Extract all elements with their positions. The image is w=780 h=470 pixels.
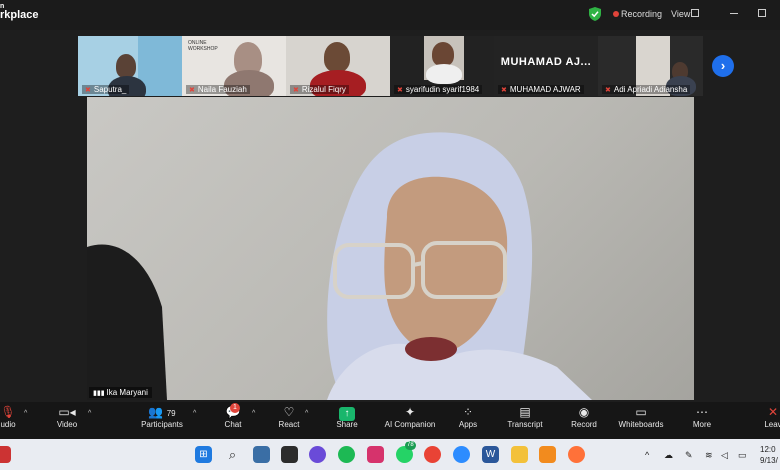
taskbar-app-icon[interactable]	[539, 446, 556, 463]
app-title: n rkplace	[0, 3, 39, 21]
more-button[interactable]: ⋯ More	[688, 404, 716, 429]
participant-tile[interactable]: MUHAMAD AJ... ✖ MUHAMAD AJWAR	[494, 36, 598, 96]
meeting-toolbar: 🎙 udio ^ ▭◂ Video ^ 👥 79 Participants ^ …	[0, 402, 780, 439]
participants-count: 79	[166, 409, 176, 418]
video-button[interactable]: ▭◂ Video	[52, 404, 82, 429]
wifi-icon[interactable]: ≋	[705, 450, 713, 461]
participant-name: ✖ Saputra_	[82, 85, 130, 94]
windows-start-icon[interactable]: ⊞	[195, 446, 212, 463]
video-camera-icon: ▭◂	[58, 405, 76, 419]
windows-taskbar: ⊞ ⌕ 78 W ^ ☁ ✎ ≋ ◁ ▭ 12:0 9/13/	[0, 439, 780, 470]
firefox-icon[interactable]	[568, 446, 585, 463]
pen-icon[interactable]: ✎	[685, 450, 693, 461]
taskbar-app-icon[interactable]	[253, 446, 270, 463]
heart-icon: ♡	[283, 405, 295, 419]
participant-name: ✖ Adi Apriadi Adiansha	[602, 85, 691, 94]
clock-time: 12:0	[760, 445, 776, 454]
next-page-chevron-icon[interactable]: ›	[712, 55, 734, 77]
speaker-video-frame	[87, 132, 592, 400]
react-options-chevron-icon[interactable]: ^	[305, 410, 308, 417]
leave-icon: ✕	[767, 405, 779, 419]
whiteboards-button[interactable]: ▭ Whiteboards	[616, 404, 666, 429]
chat-options-chevron-icon[interactable]: ^	[252, 410, 255, 417]
audio-button[interactable]: 🎙 udio	[0, 404, 22, 429]
minimize-button[interactable]	[730, 13, 738, 14]
shield-check-icon[interactable]	[589, 7, 601, 21]
ai-companion-button[interactable]: ✦ AI Companion	[382, 404, 438, 429]
share-screen-icon: ↑	[339, 407, 355, 421]
word-icon[interactable]: W	[482, 446, 499, 463]
grid-view-icon[interactable]	[691, 9, 699, 17]
transcript-icon: ▤	[519, 405, 531, 419]
muted-mic-icon: ✖	[397, 87, 403, 94]
muted-mic-icon: ✖	[189, 87, 195, 94]
recording-indicator-icon	[613, 11, 619, 17]
apps-icon: ⁘	[462, 405, 474, 419]
participant-tile[interactable]: ✖ Adi Apriadi Adiansha	[598, 36, 703, 96]
participant-tile[interactable]: ONLINE WORKSHOP ✖ Naila Fauziah	[182, 36, 286, 96]
spotify-icon[interactable]	[338, 446, 355, 463]
video-name-label: ▮▮▮ Ika Maryani	[89, 387, 152, 398]
share-button[interactable]: ↑ Share	[334, 404, 360, 429]
leave-button[interactable]: ✕ Leav	[760, 404, 780, 429]
chat-unread-badge: 1	[230, 403, 240, 413]
participant-name: ✖ syarifudin syarif1984	[394, 85, 483, 94]
participants-options-chevron-icon[interactable]: ^	[193, 410, 196, 417]
title-bar: n rkplace Recording View	[0, 0, 780, 30]
view-button[interactable]: View	[671, 9, 690, 19]
participant-name: ✖ Naila Fauziah	[186, 85, 250, 94]
transcript-button[interactable]: ▤ Transcript	[505, 404, 545, 429]
tile-screen-text: ONLINE WORKSHOP	[188, 40, 218, 52]
search-icon[interactable]: ⌕	[224, 446, 241, 463]
sparkle-icon: ✦	[404, 405, 416, 419]
app-title-line2: rkplace	[0, 9, 39, 21]
recording-label[interactable]: Recording	[621, 9, 662, 19]
muted-mic-icon: ✖	[293, 87, 299, 94]
copilot-icon[interactable]	[309, 446, 326, 463]
participants-button[interactable]: 👥 79 Participants	[138, 404, 186, 429]
taskbar-app-icon[interactable]	[0, 446, 11, 463]
taskbar-clock[interactable]: 12:0 9/13/	[760, 444, 778, 466]
whiteboard-icon: ▭	[635, 405, 647, 419]
participant-name: ✖ MUHAMAD AJWAR	[498, 85, 584, 94]
muted-mic-icon: ✖	[501, 87, 507, 94]
cloud-icon[interactable]: ☁	[664, 450, 673, 461]
participants-icon: 👥	[148, 405, 164, 419]
chrome-icon[interactable]	[424, 446, 441, 463]
microphone-muted-icon: 🎙	[0, 405, 16, 419]
record-icon: ◉	[578, 405, 590, 419]
chat-button[interactable]: 💬 1 Chat	[220, 403, 246, 429]
participant-tile[interactable]: ✖ syarifudin syarif1984	[390, 36, 494, 96]
video-options-chevron-icon[interactable]: ^	[88, 410, 91, 417]
participant-strip: ✖ Saputra_ ONLINE WORKSHOP ✖ Naila Fauziah…	[78, 36, 703, 96]
maximize-button[interactable]	[758, 9, 766, 17]
participant-name-placeholder: MUHAMAD AJ...	[500, 56, 592, 68]
file-explorer-icon[interactable]	[511, 446, 528, 463]
battery-icon[interactable]: ▭	[738, 450, 747, 461]
audio-options-chevron-icon[interactable]: ^	[24, 410, 27, 417]
participant-tile[interactable]: ✖ Rizalul Fiqry	[286, 36, 390, 96]
muted-mic-icon: ✖	[85, 87, 91, 94]
instagram-icon[interactable]	[367, 446, 384, 463]
participant-tile[interactable]: ✖ Saputra_	[78, 36, 182, 96]
more-icon: ⋯	[696, 405, 708, 419]
react-button[interactable]: ♡ React	[276, 404, 302, 429]
signal-bars-icon: ▮▮▮	[93, 390, 107, 397]
main-video: ▮▮▮ Ika Maryani	[87, 97, 694, 400]
zoom-icon[interactable]	[453, 446, 470, 463]
record-button[interactable]: ◉ Record	[569, 404, 599, 429]
taskbar-app-icon[interactable]	[281, 446, 298, 463]
whatsapp-icon[interactable]: 78	[396, 441, 416, 463]
tray-overflow-chevron-icon[interactable]: ^	[645, 450, 649, 460]
whatsapp-badge: 78	[405, 441, 416, 450]
muted-mic-icon: ✖	[605, 87, 611, 94]
volume-icon[interactable]: ◁	[721, 450, 728, 461]
participant-name: ✖ Rizalul Fiqry	[290, 85, 349, 94]
clock-date: 9/13/	[760, 456, 778, 465]
apps-button[interactable]: ⁘ Apps	[455, 404, 481, 429]
